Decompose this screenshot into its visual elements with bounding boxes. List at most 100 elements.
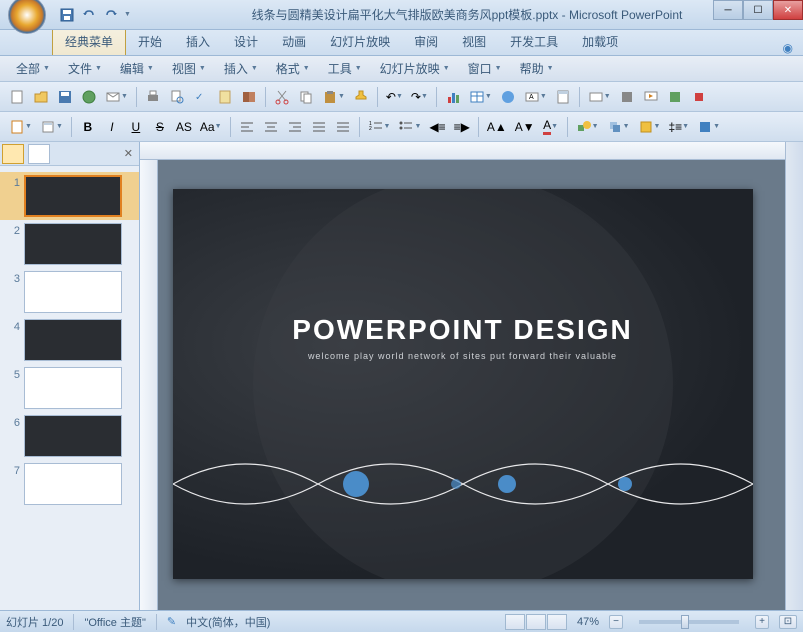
slide-thumb[interactable]: 3 [0, 268, 139, 316]
menu-view[interactable]: 视图▼ [164, 57, 214, 80]
text-box-button[interactable]: A▼ [521, 86, 550, 108]
tab-design[interactable]: 设计 [222, 28, 270, 55]
slide-canvas[interactable]: POWERPOINT DESIGN welcome play world net… [173, 189, 753, 579]
chart-button[interactable] [442, 86, 464, 108]
color-button[interactable] [616, 86, 638, 108]
zoom-button[interactable]: ▼ [585, 86, 614, 108]
redo-button[interactable] [102, 6, 120, 24]
outline-tab[interactable] [28, 144, 50, 164]
close-panel-icon[interactable]: ✕ [124, 147, 133, 160]
tab-home[interactable]: 开始 [126, 28, 174, 55]
menu-window[interactable]: 窗口▼ [460, 57, 510, 80]
fit-window-button[interactable]: ⊡ [779, 615, 797, 629]
zoom-slider-thumb[interactable] [681, 615, 689, 629]
menu-all[interactable]: 全部▼ [8, 57, 58, 80]
menu-format[interactable]: 格式▼ [268, 57, 318, 80]
new-button[interactable] [6, 86, 28, 108]
slideshow-view-button[interactable] [547, 614, 567, 630]
zoom-level[interactable]: 47% [577, 616, 599, 628]
tab-view[interactable]: 视图 [450, 28, 498, 55]
menu-insert[interactable]: 插入▼ [216, 57, 266, 80]
print-button[interactable] [142, 86, 164, 108]
zoom-out-button[interactable]: − [609, 615, 623, 629]
table-button[interactable]: ▼ [466, 86, 495, 108]
tab-classic-menu[interactable]: 经典菜单 [52, 27, 126, 55]
maximize-button[interactable]: ☐ [743, 0, 773, 20]
slide-editor[interactable]: POWERPOINT DESIGN welcome play world net… [140, 142, 785, 610]
bold-button[interactable]: B [77, 116, 99, 138]
macros-button[interactable] [664, 86, 686, 108]
tab-review[interactable]: 审阅 [402, 28, 450, 55]
menu-edit[interactable]: 编辑▼ [112, 57, 162, 80]
slide-subtitle-text[interactable]: welcome play world network of sites put … [173, 351, 753, 361]
minimize-button[interactable]: ─ [713, 0, 743, 20]
normal-view-button[interactable] [505, 614, 525, 630]
text-direction-button[interactable]: ▼ [694, 116, 723, 138]
strikethrough-button[interactable]: S [149, 116, 171, 138]
bullets-button[interactable]: ▼ [395, 116, 424, 138]
permission-button[interactable] [78, 86, 100, 108]
menu-file[interactable]: 文件▼ [60, 57, 110, 80]
print-preview-button[interactable] [166, 86, 188, 108]
tab-animations[interactable]: 动画 [270, 28, 318, 55]
slide-thumb[interactable]: 6 [0, 412, 139, 460]
cut-button[interactable] [271, 86, 293, 108]
increase-font-button[interactable]: A▲ [484, 116, 510, 138]
save-button[interactable] [58, 6, 76, 24]
decrease-font-button[interactable]: A▼ [512, 116, 538, 138]
slide-thumb[interactable]: 7 [0, 460, 139, 508]
zoom-slider[interactable] [639, 620, 739, 624]
email-button[interactable]: ▼ [102, 86, 131, 108]
distributed-button[interactable] [332, 116, 354, 138]
options-button[interactable] [688, 86, 710, 108]
hyperlink-button[interactable] [497, 86, 519, 108]
new-slide-button[interactable]: ▼ [6, 116, 35, 138]
format-painter-button[interactable] [350, 86, 372, 108]
underline-button[interactable]: U [125, 116, 147, 138]
align-left-button[interactable] [236, 116, 258, 138]
spelling-button[interactable]: ✓ [190, 86, 212, 108]
align-right-button[interactable] [284, 116, 306, 138]
decrease-indent-button[interactable]: ◀≡ [426, 116, 448, 138]
font-color-button[interactable]: A▼ [540, 116, 562, 138]
tab-addins[interactable]: 加载项 [570, 28, 630, 55]
zoom-in-button[interactable]: + [755, 615, 769, 629]
align-center-button[interactable] [260, 116, 282, 138]
paste-button[interactable]: ▼ [319, 86, 348, 108]
tab-developer[interactable]: 开发工具 [498, 28, 570, 55]
slide-thumb[interactable]: 4 [0, 316, 139, 364]
spell-check-icon[interactable]: ✎ [167, 615, 176, 628]
menu-tools[interactable]: 工具▼ [320, 57, 370, 80]
increase-indent-button[interactable]: ≡▶ [451, 116, 473, 138]
redo-button[interactable]: ↷▼ [408, 86, 431, 108]
slide-thumb[interactable]: 1 [0, 172, 139, 220]
vertical-scrollbar[interactable] [785, 142, 803, 610]
slides-tab[interactable] [2, 144, 24, 164]
slide-thumb[interactable]: 5 [0, 364, 139, 412]
layout-button[interactable]: ▼ [37, 116, 66, 138]
justify-button[interactable] [308, 116, 330, 138]
research-button[interactable] [214, 86, 236, 108]
quick-styles-button[interactable]: ▼ [635, 116, 664, 138]
shadow-button[interactable]: AS [173, 116, 195, 138]
undo-button[interactable]: ↶▼ [383, 86, 406, 108]
close-button[interactable]: ✕ [773, 0, 803, 20]
slide-title-text[interactable]: POWERPOINT DESIGN [173, 314, 753, 346]
open-button[interactable] [30, 86, 52, 108]
help-icon[interactable]: ◉ [783, 41, 793, 55]
copy-button[interactable] [295, 86, 317, 108]
menu-slideshow[interactable]: 幻灯片放映▼ [372, 57, 458, 80]
header-footer-button[interactable] [552, 86, 574, 108]
tab-slideshow[interactable]: 幻灯片放映 [318, 28, 402, 55]
arrange-button[interactable]: ▼ [604, 116, 633, 138]
menu-help[interactable]: 帮助▼ [512, 57, 562, 80]
thumbnail-list[interactable]: 1 2 3 4 5 6 7 [0, 166, 139, 610]
shapes-button[interactable]: ▼ [573, 116, 602, 138]
change-case-button[interactable]: Aa▼ [197, 116, 225, 138]
undo-button[interactable] [80, 6, 98, 24]
qat-customize-icon[interactable]: ▼ [124, 11, 131, 18]
slideshow-button[interactable] [640, 86, 662, 108]
numbering-button[interactable]: 12▼ [365, 116, 394, 138]
thesaurus-button[interactable] [238, 86, 260, 108]
office-button[interactable] [8, 0, 46, 34]
